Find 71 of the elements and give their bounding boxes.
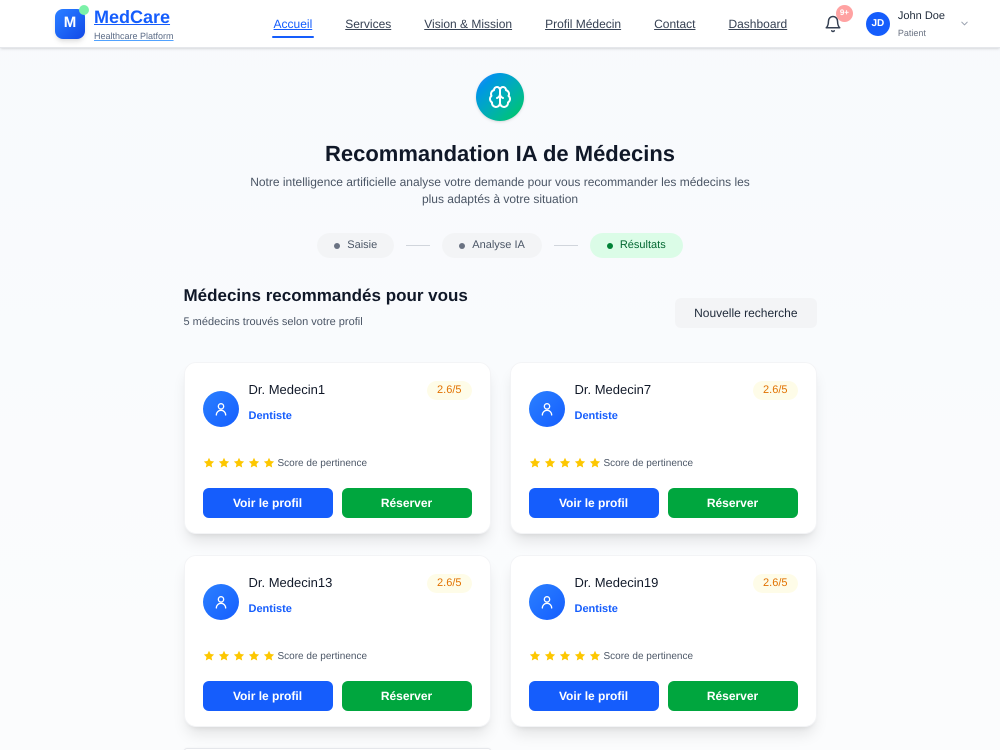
nav-link[interactable]: Accueil [272, 10, 314, 38]
star-icon [558, 650, 570, 662]
doctor-specialty: Dentiste [248, 409, 293, 423]
nav-link[interactable]: Vision & Mission [422, 10, 514, 38]
nav-link[interactable]: Services [343, 10, 394, 38]
book-button[interactable]: Réserver [342, 488, 472, 518]
avatar-icon [528, 584, 564, 620]
rating-badge: 2.6/5 [753, 574, 798, 593]
score-label: Score de pertinence [278, 456, 368, 470]
star-icon [574, 457, 586, 469]
avatar-icon [202, 391, 238, 427]
brand-tagline[interactable]: Healthcare Platform [94, 30, 174, 42]
nav-link[interactable]: Profil Médecin [543, 10, 624, 38]
view-profile-button[interactable]: Voir le profil [528, 488, 658, 518]
section-title: Médecins recommandés pour vous [184, 285, 468, 307]
star-icon [262, 650, 274, 662]
bell-icon[interactable] [824, 14, 842, 32]
star-icon [588, 650, 600, 662]
user-role: Patient [898, 26, 927, 38]
rating-badge: 2.6/5 [427, 381, 472, 400]
star-icon [528, 457, 540, 469]
star-icon [202, 650, 214, 662]
doctor-specialty: Dentiste [574, 409, 619, 423]
star-icon [232, 457, 244, 469]
doctor-name: Dr. Medecin7 [574, 381, 652, 399]
star-icon [248, 650, 260, 662]
doctor-specialty: Dentiste [248, 602, 293, 616]
score-label: Score de pertinence [278, 650, 368, 664]
results-count: 5 médecins trouvés selon votre profil [184, 315, 364, 329]
rating-badge: 2.6/5 [427, 574, 472, 593]
nav-link[interactable]: Contact [652, 10, 698, 38]
brand-name[interactable]: MedCare [94, 6, 170, 28]
doctor-name: Dr. Medecin13 [248, 574, 332, 592]
star-icon [544, 457, 556, 469]
rating-badge: 2.6/5 [753, 381, 798, 400]
star-icon [588, 457, 600, 469]
step-label: Résultats [620, 238, 666, 254]
step-label: Saisie [347, 238, 378, 254]
star-icon [202, 457, 214, 469]
view-profile-button[interactable]: Voir le profil [202, 488, 332, 518]
notification-badge: 9+ [836, 4, 853, 22]
step-label: Analyse IA [472, 238, 525, 254]
star-icon [528, 650, 540, 662]
doctor-name: Dr. Medecin19 [574, 574, 658, 592]
star-icon [248, 457, 260, 469]
brain-icon [476, 73, 524, 121]
doctor-specialty: Dentiste [574, 602, 619, 616]
book-button[interactable]: Réserver [342, 681, 472, 711]
book-button[interactable]: Réserver [668, 681, 798, 711]
star-icon [232, 650, 244, 662]
avatar-icon [528, 391, 564, 427]
view-profile-button[interactable]: Voir le profil [202, 681, 332, 711]
star-icon [544, 650, 556, 662]
user-avatar[interactable]: JD [866, 12, 890, 36]
avatar-icon [202, 584, 238, 620]
doctor-name: Dr. Medecin1 [248, 381, 326, 399]
book-button[interactable]: Réserver [668, 488, 798, 518]
page-subtitle: Notre intelligence artificielle analyse votre demande pour vous recommander les médecins les plus adaptés à votre situation [249, 174, 751, 208]
new-search-button[interactable]: Nouvelle recherche [675, 298, 816, 328]
star-icon [218, 457, 230, 469]
page-title: Recommandation IA de Médecins [324, 140, 676, 168]
star-icon [558, 457, 570, 469]
nav-link[interactable]: Dashboard [726, 10, 790, 38]
score-label: Score de pertinence [604, 650, 694, 664]
logo-mark[interactable]: M [55, 8, 85, 38]
user-name: John Doe [898, 8, 945, 22]
view-profile-button[interactable]: Voir le profil [528, 681, 658, 711]
star-icon [262, 457, 274, 469]
star-icon [218, 650, 230, 662]
star-icon [574, 650, 586, 662]
score-label: Score de pertinence [604, 456, 694, 470]
